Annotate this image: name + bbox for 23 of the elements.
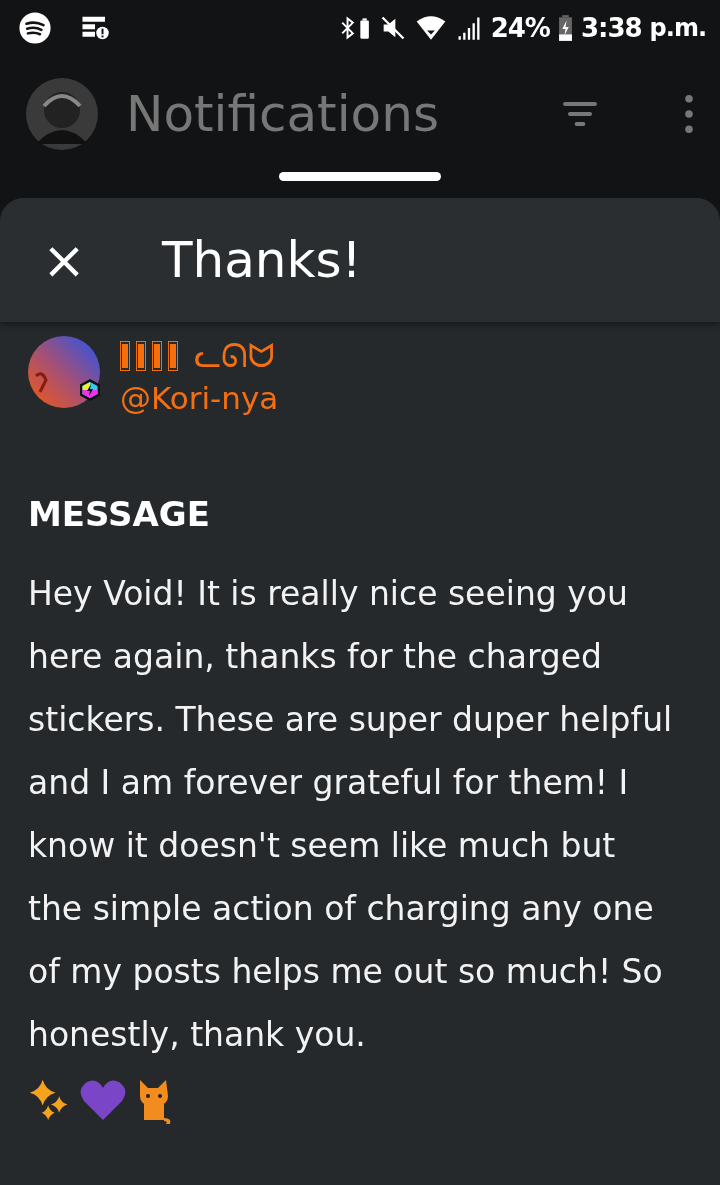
hexagon-badge-icon	[78, 378, 102, 402]
close-button[interactable]: ×	[0, 230, 128, 290]
clock-time: 3:38	[580, 13, 642, 43]
heart-icon	[78, 1077, 128, 1122]
missing-glyph-icon	[152, 341, 162, 371]
page-title: Notifications	[126, 85, 440, 143]
music-app-icon	[18, 11, 52, 45]
missing-glyph-icon	[168, 341, 178, 371]
wifi-icon	[414, 15, 447, 41]
drag-handle[interactable]	[279, 172, 441, 181]
battery-percentage: 24%	[490, 13, 550, 43]
sheet-title: Thanks!	[162, 231, 362, 289]
message-heading: MESSAGE	[28, 494, 211, 534]
more-options-icon[interactable]	[684, 95, 694, 133]
display-name: ᓚᘏᗢ	[194, 337, 276, 375]
missing-glyph-icon	[120, 341, 130, 371]
profile-avatar[interactable]	[26, 78, 98, 150]
user-avatar[interactable]	[28, 336, 100, 408]
message-text: Hey Void! It is really nice seeing you here again, thanks for the charged stickers. These are super duper helpful and I am forever grateful for them! I know it doesn't seem like much but the simple action of charging any one of my posts helps me out so much! So honestly, thank you.	[28, 573, 674, 1056]
clock-period: p.m.	[649, 14, 706, 42]
user-handle[interactable]: @Kori-nya	[120, 380, 279, 416]
battery-charging-icon	[557, 14, 573, 42]
missing-glyph-icon	[136, 341, 146, 371]
